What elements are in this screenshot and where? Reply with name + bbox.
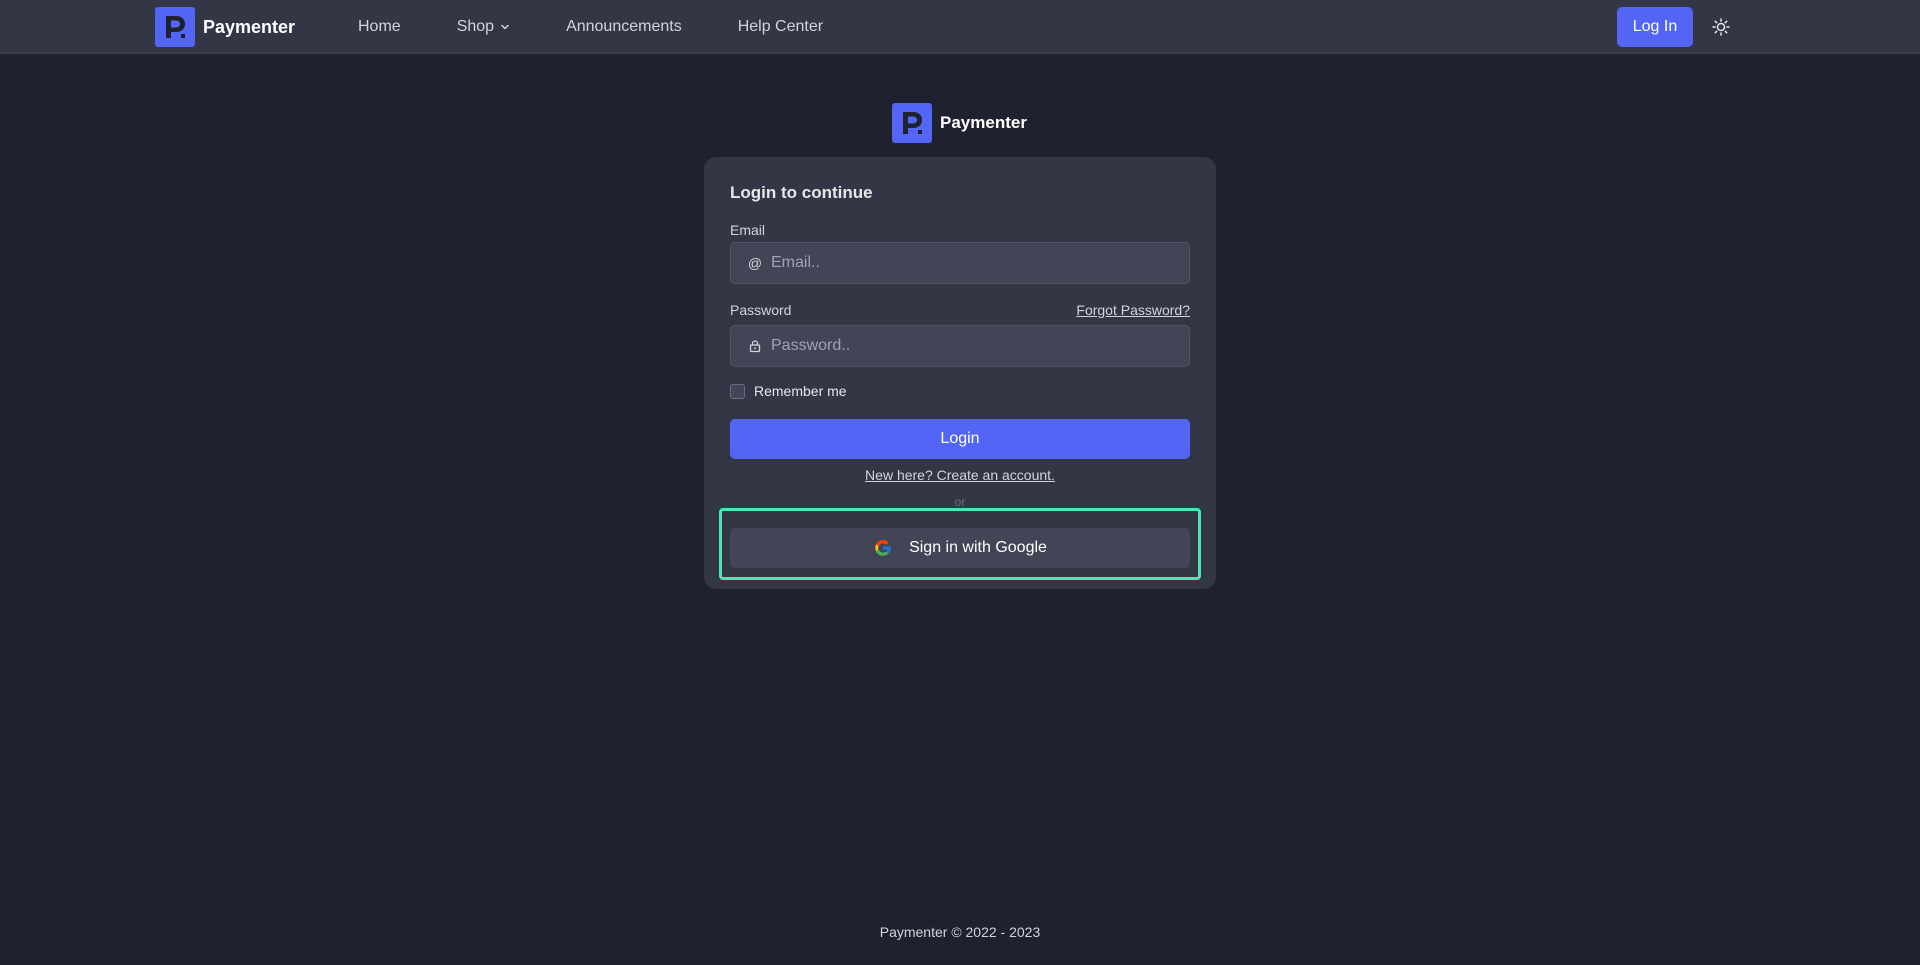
login-title: Login to continue [730,183,873,202]
email-field-wrapper: @ [730,242,1190,284]
at-sign-icon: @ [747,255,763,271]
email-field[interactable] [771,254,1189,272]
brand-name: Paymenter [203,16,296,37]
footer-copyright: Paymenter © 2022 - 2023 [879,924,1041,940]
password-label: Password [730,302,792,318]
logo-icon [892,103,932,143]
top-navbar: Paymenter Home Shop Announcements Help C… [0,0,1920,54]
password-field[interactable] [771,337,1189,355]
nav-link-home[interactable]: Home [358,18,401,36]
remember-me-checkbox[interactable] [730,383,745,399]
create-account-link-text[interactable]: New here? Create an account. [865,467,1055,483]
login-submit-button[interactable]: Login [730,419,1190,459]
nav-link-shop[interactable]: Shop [457,18,510,36]
nav-login-button[interactable]: Log In [1617,7,1693,47]
google-icon [875,540,892,556]
remember-me: Remember me [730,383,847,399]
google-signin-button[interactable]: Sign in with Google [730,528,1190,568]
nav-link-label: Home [358,18,401,35]
create-account-link: New here? Create an account. [704,467,1216,483]
password-field-wrapper [730,325,1190,367]
nav-brand[interactable]: Paymenter [155,7,295,47]
nav-link-label: Announcements [566,18,682,35]
nav-link-label: Shop [456,18,495,35]
center-brand-name: Paymenter [940,113,1027,132]
nav-link-label: Help Center [737,18,824,35]
forgot-password-link[interactable]: Forgot Password? [1076,302,1190,318]
logo-icon [155,7,195,47]
google-signin-label: Sign in with Google [909,539,1047,556]
login-card: Login to continue Email @ Password Forgo… [704,157,1216,589]
nav-link-help-center[interactable]: Help Center [738,18,823,36]
or-divider: or [954,495,966,509]
nav-links: Home Shop Announcements Help Center [358,0,879,54]
chevron-down-icon [501,24,509,30]
nav-link-announcements[interactable]: Announcements [566,18,682,36]
sun-icon[interactable] [1711,17,1731,37]
lock-icon [747,338,763,354]
remember-me-label: Remember me [754,383,847,399]
email-label: Email [730,222,766,238]
center-brand: Paymenter [892,103,1027,143]
